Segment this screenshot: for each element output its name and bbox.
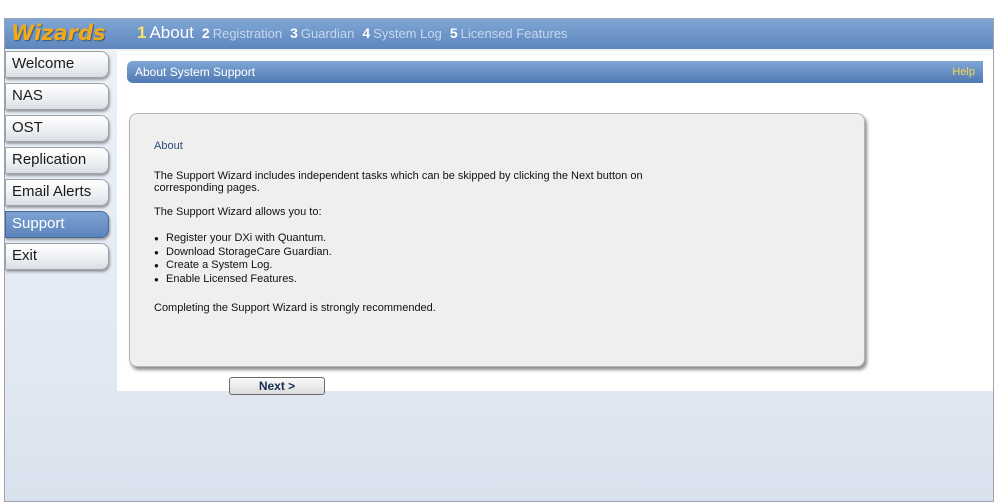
step-registration[interactable]: 2 Registration (202, 25, 282, 41)
step-number: 3 (290, 25, 298, 41)
step-licensed-features[interactable]: 5 Licensed Features (450, 25, 568, 41)
allows-paragraph: The Support Wizard allows you to: (154, 206, 322, 218)
list-item: Enable Licensed Features. (154, 273, 864, 287)
top-bar: Wizards 1 About 2 Registration 3 Guardia… (5, 19, 993, 49)
sidebar-item-email-alerts[interactable]: Email Alerts (5, 179, 109, 206)
step-number: 5 (449, 25, 458, 41)
step-label: System Log (373, 26, 442, 41)
step-guardian[interactable]: 3 Guardian (290, 25, 354, 41)
list-item: Download StorageCare Guardian. (154, 246, 864, 260)
step-about[interactable]: 1 About (137, 23, 194, 43)
sidebar-item-nas[interactable]: NAS (5, 83, 109, 110)
list-item: Create a System Log. (154, 259, 864, 273)
list-item: Register your DXi with Quantum. (154, 232, 864, 246)
sidebar-item-replication[interactable]: Replication (5, 147, 109, 174)
step-number: 2 (201, 25, 210, 41)
wizards-logo: Wizards (11, 21, 106, 45)
sidebar-item-exit[interactable]: Exit (5, 243, 109, 270)
step-label: Guardian (300, 26, 355, 41)
step-label: About (149, 23, 194, 42)
sidebar-item-ost[interactable]: OST (5, 115, 109, 142)
section-header: About System Support Help (127, 61, 983, 83)
next-button[interactable]: Next > (229, 377, 325, 395)
section-title: About System Support (135, 65, 256, 79)
task-list: Register your DXi with Quantum. Download… (154, 232, 864, 286)
step-label: Registration (212, 26, 283, 41)
recommendation-text: Completing the Support Wizard is strongl… (154, 302, 436, 314)
intro-paragraph: The Support Wizard includes independent … (154, 170, 643, 194)
help-link[interactable]: Help (952, 66, 975, 78)
sidebar: Welcome NAS OST Replication Email Alerts… (5, 51, 117, 275)
step-navigation: 1 About 2 Registration 3 Guardian 4 Syst… (137, 23, 576, 43)
main-content: About System Support Help About The Supp… (117, 51, 993, 395)
sidebar-item-welcome[interactable]: Welcome (5, 51, 109, 78)
step-label: Licensed Features (460, 26, 568, 41)
step-number: 1 (137, 23, 147, 42)
wizard-window: Wizards 1 About 2 Registration 3 Guardia… (4, 18, 994, 502)
sidebar-item-support[interactable]: Support (5, 211, 109, 238)
panel-title: About (154, 140, 183, 152)
about-panel: About The Support Wizard includes indepe… (129, 113, 865, 367)
step-number: 4 (362, 25, 371, 41)
step-system-log[interactable]: 4 System Log (362, 25, 441, 41)
